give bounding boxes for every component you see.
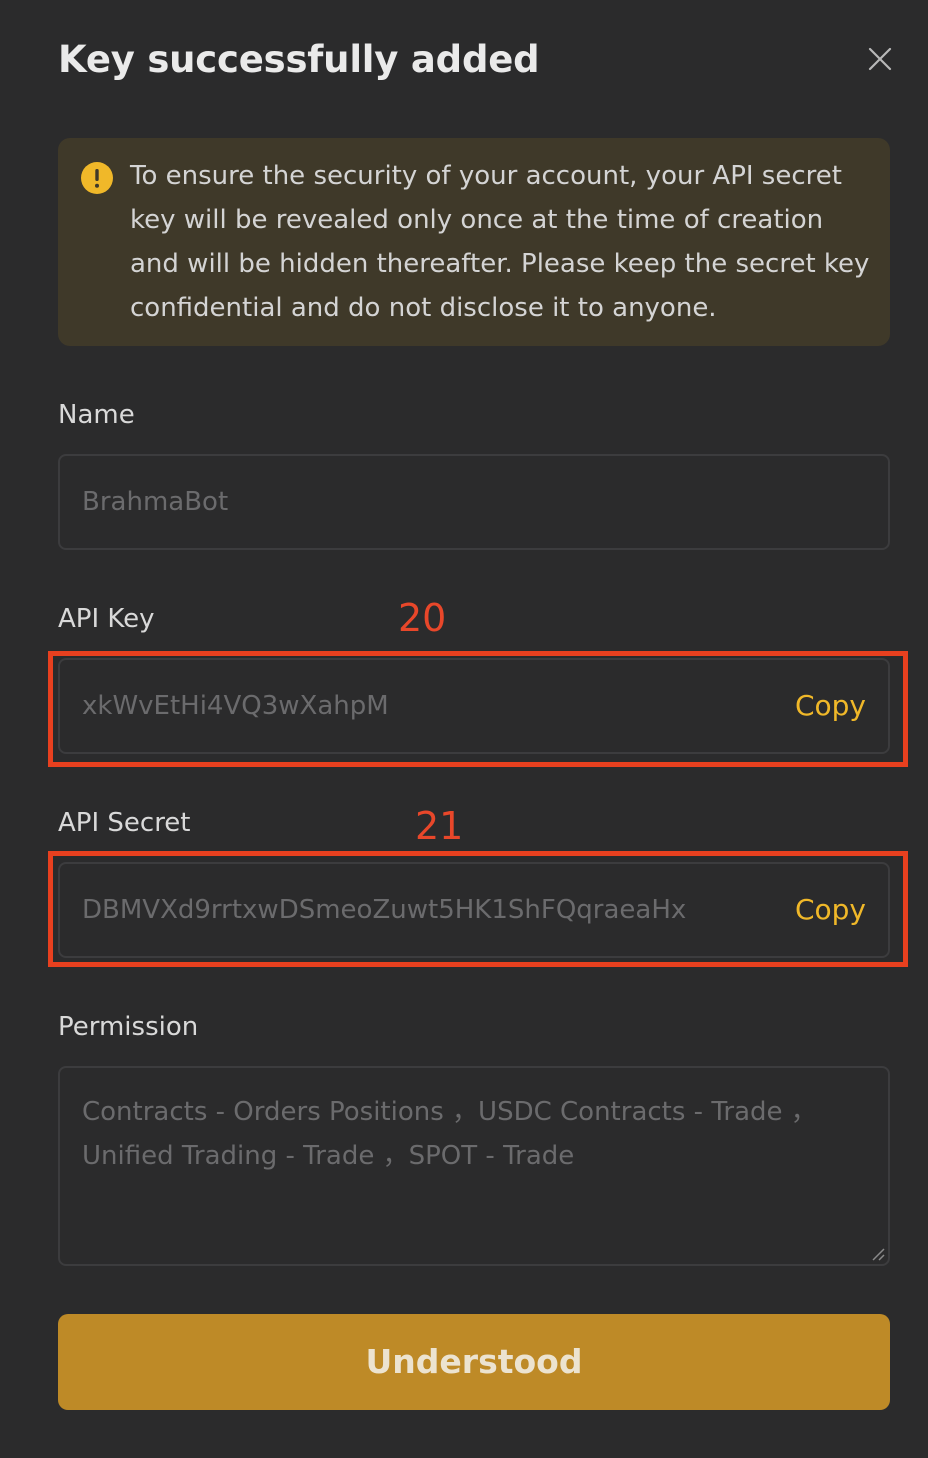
name-field[interactable]: BrahmaBot [58,454,890,550]
api-key-label: API Key [58,604,155,634]
api-secret-label: API Secret [58,808,191,838]
permission-value: Contracts - Orders Positions ，USDC Contr… [82,1097,817,1171]
permission-textarea[interactable]: Contracts - Orders Positions ，USDC Contr… [58,1066,890,1266]
close-button[interactable] [864,43,896,75]
annotation-box-api-secret [48,851,908,967]
annotation-marker-api-secret: 21 [415,804,464,848]
security-notice: To ensure the security of your account, … [58,138,890,346]
warning-icon [81,162,113,194]
annotation-marker-api-key: 20 [398,596,447,640]
name-label: Name [58,400,135,430]
annotation-box-api-key [48,651,908,767]
name-value: BrahmaBot [82,487,229,517]
dialog-title: Key successfully added [58,38,540,81]
close-icon [868,47,892,71]
understood-button[interactable]: Understood [58,1314,890,1410]
api-key-created-dialog: Key successfully added To ensure the sec… [0,0,928,1458]
resize-handle-icon[interactable] [870,1246,886,1262]
permission-label: Permission [58,1012,199,1042]
notice-text: To ensure the security of your account, … [130,161,870,323]
